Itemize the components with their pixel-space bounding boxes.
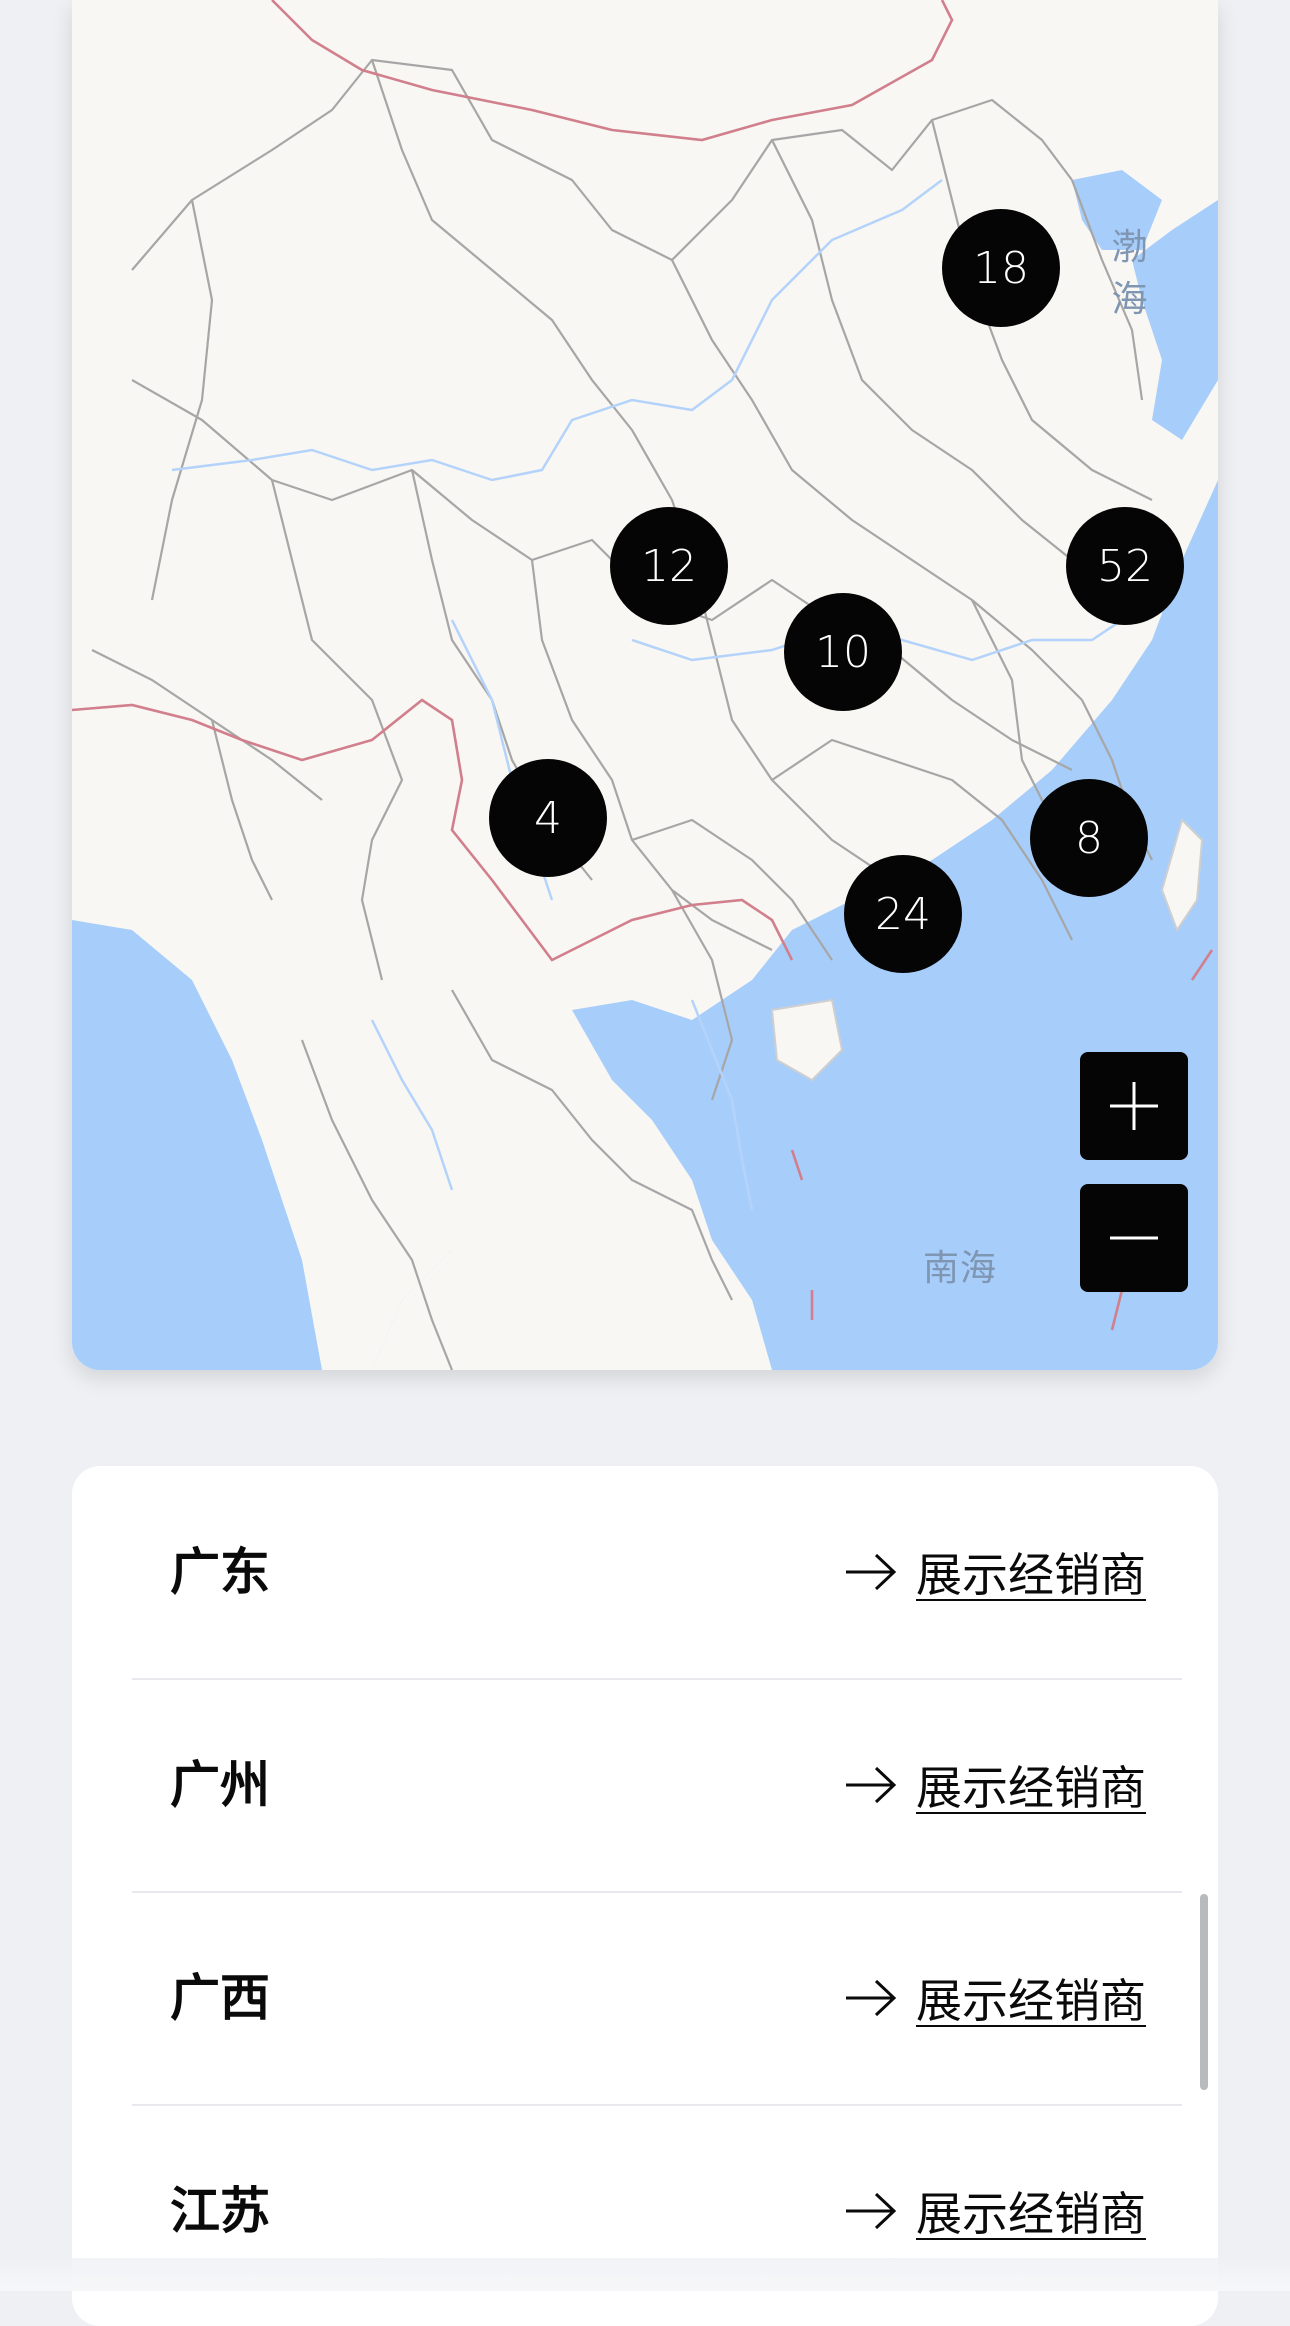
arrow-right-icon [846, 1553, 897, 1591]
arrow-right-icon [846, 1766, 897, 1804]
scrollbar[interactable] [1200, 1894, 1208, 2090]
plus-icon [1110, 1082, 1158, 1130]
show-dealers-link[interactable]: 展示经销商 [844, 1679, 1146, 1891]
cluster-marker[interactable]: 12 [610, 507, 728, 625]
list-item: 广东 展示经销商 [132, 1466, 1182, 1680]
map-base-layer [72, 0, 1218, 1370]
show-dealers-label[interactable]: 展示经销商 [916, 1539, 1146, 1605]
list-item: 广西 展示经销商 [132, 1892, 1182, 2106]
arrow-right-icon [846, 2192, 897, 2230]
dealer-region-list[interactable]: 广东 展示经销商 广州 展示经销商 广西 展示经销商 江苏 展示经销商 [72, 1466, 1218, 2326]
cluster-marker[interactable]: 18 [942, 209, 1060, 327]
sea-label-nanhai: 南海 [922, 1248, 998, 1289]
bottom-edge [0, 2258, 1290, 2291]
show-dealers-label[interactable]: 展示经销商 [916, 1965, 1146, 2031]
show-dealers-link[interactable]: 展示经销商 [844, 1892, 1146, 2104]
zoom-in-button[interactable] [1080, 1052, 1188, 1160]
cluster-marker[interactable]: 10 [784, 593, 902, 711]
region-name: 广东 [170, 1543, 270, 1601]
minus-icon [1110, 1236, 1158, 1240]
zoom-out-button[interactable] [1080, 1184, 1188, 1292]
map-panel[interactable]: 渤海 南海 18 12 52 10 4 8 24 [72, 0, 1218, 1370]
cluster-marker[interactable]: 4 [489, 759, 607, 877]
show-dealers-label[interactable]: 展示经销商 [916, 1752, 1146, 1818]
region-name: 广西 [170, 1969, 270, 2027]
cluster-marker[interactable]: 24 [844, 855, 962, 973]
arrow-right-icon [846, 1979, 897, 2017]
show-dealers-label[interactable]: 展示经销商 [916, 2178, 1146, 2244]
cluster-marker[interactable]: 8 [1030, 779, 1148, 897]
show-dealers-link[interactable]: 展示经销商 [844, 1466, 1146, 1678]
sea-label-bohai: 渤海 [1111, 227, 1149, 320]
cluster-marker[interactable]: 52 [1066, 507, 1184, 625]
list-item: 广州 展示经销商 [132, 1679, 1182, 1893]
region-name: 广州 [170, 1756, 270, 1814]
